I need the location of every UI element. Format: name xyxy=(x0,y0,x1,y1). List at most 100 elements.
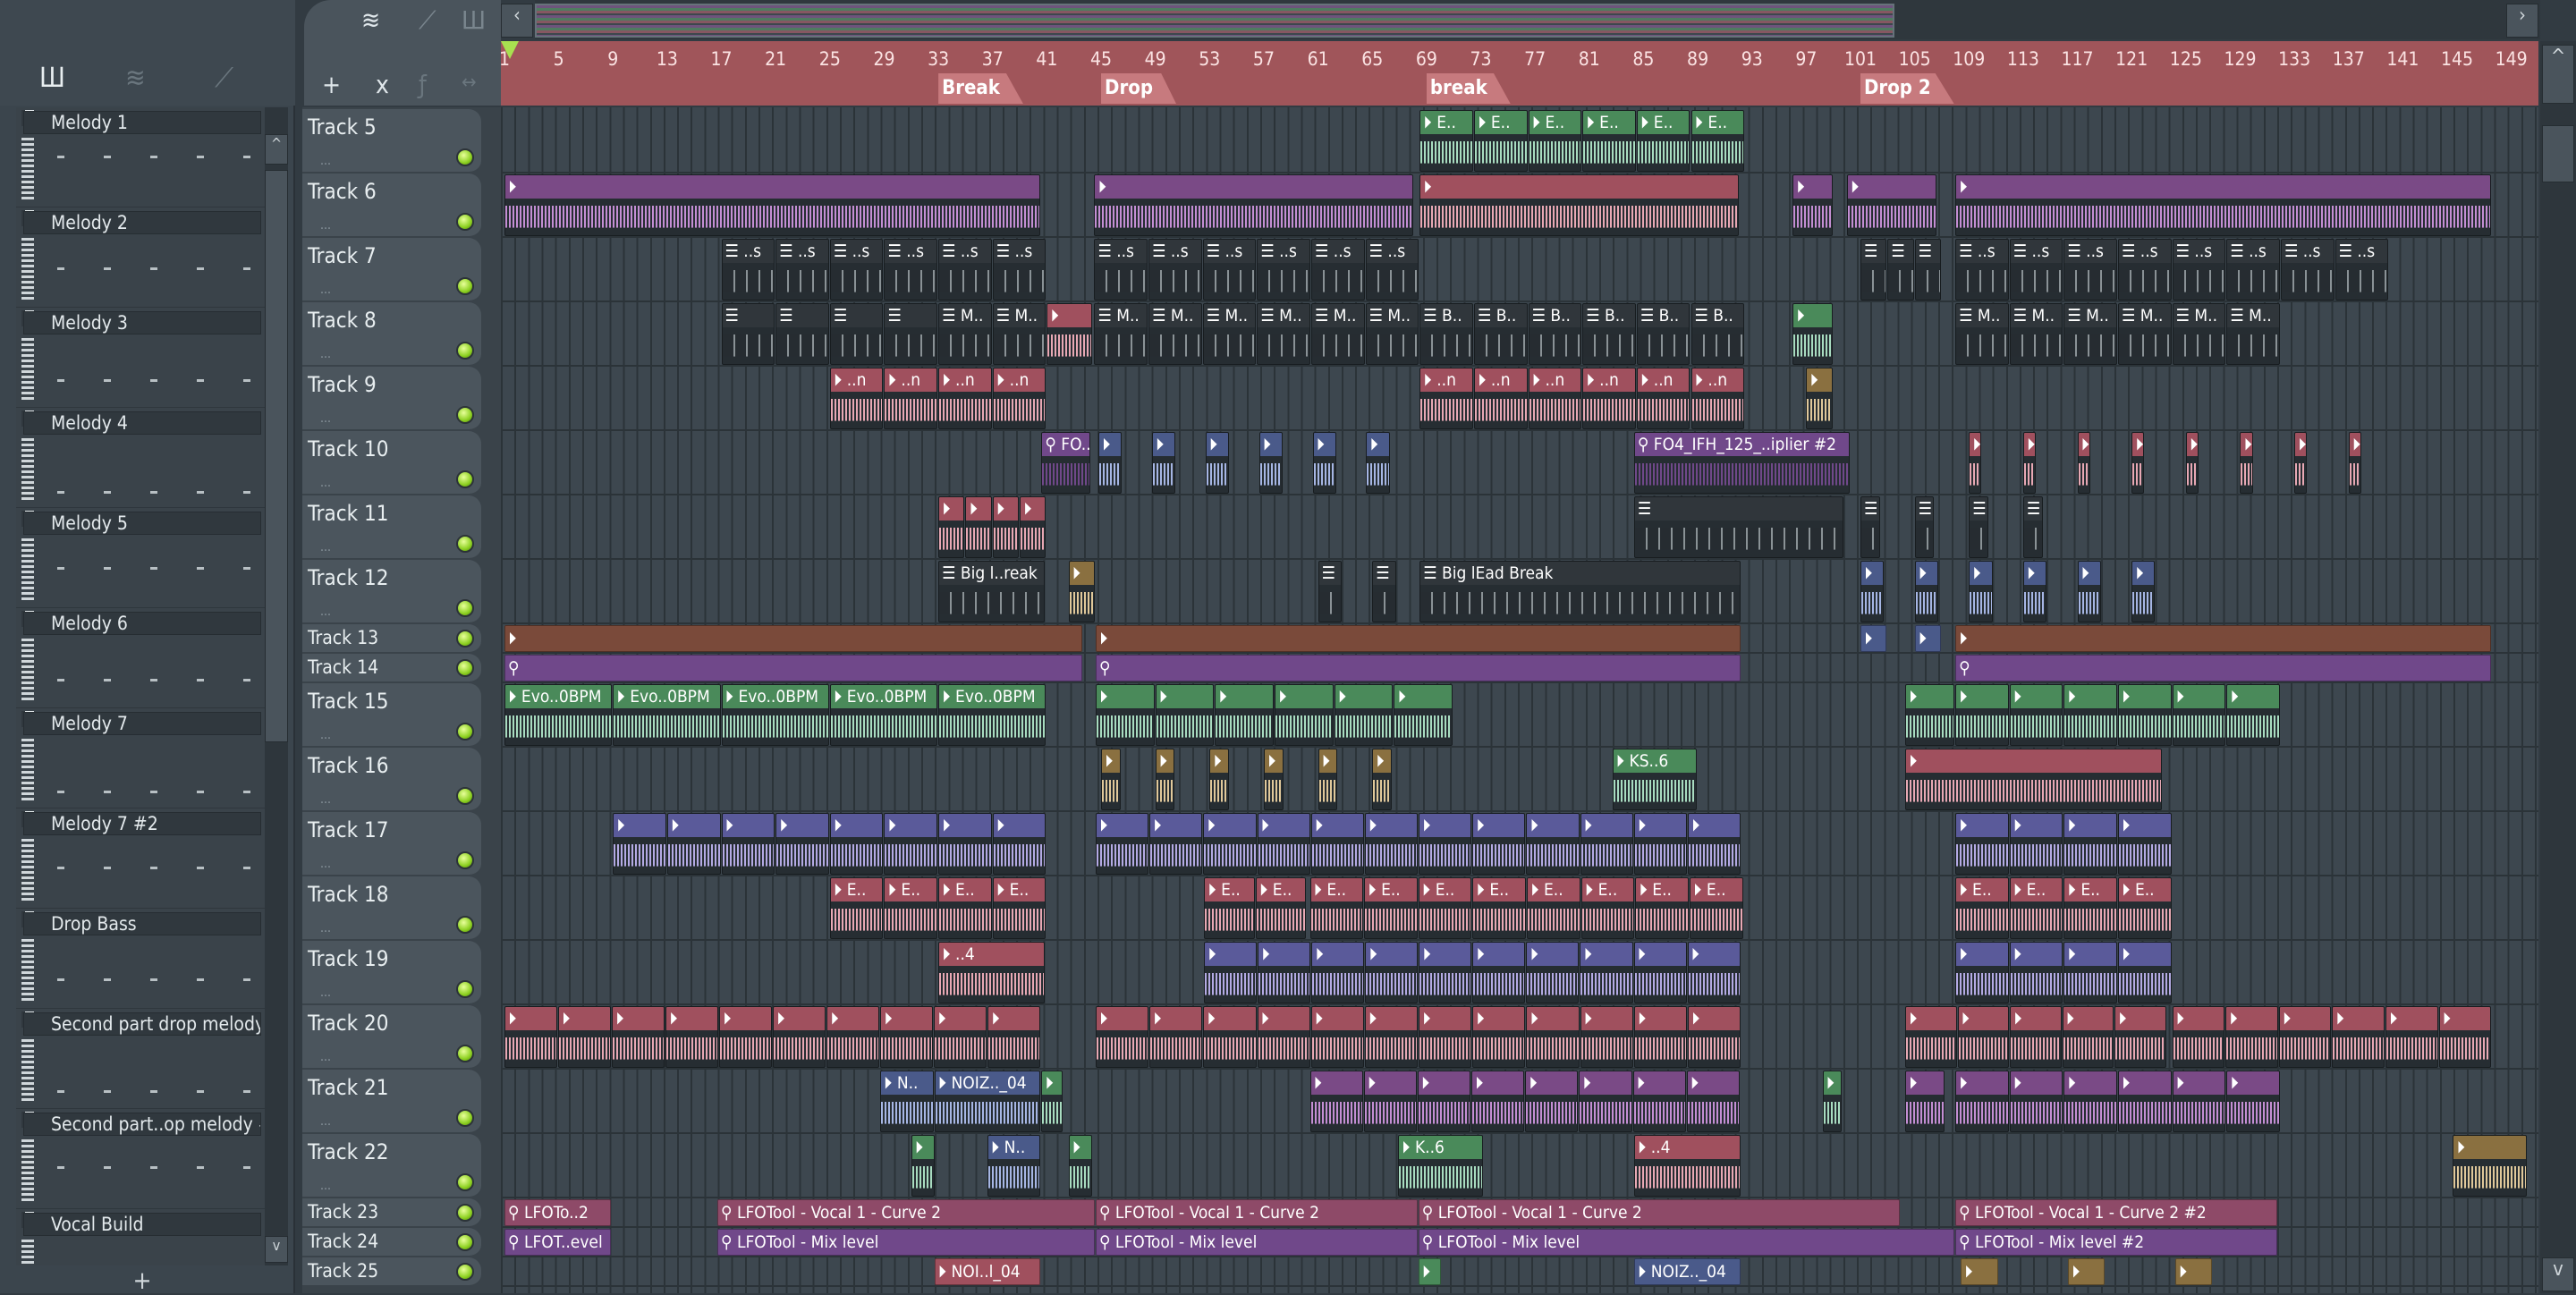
track-mute-led[interactable] xyxy=(456,851,474,869)
clip[interactable]: ☰ xyxy=(1372,561,1396,622)
picker-scrollbar[interactable]: ^ v xyxy=(265,107,288,1265)
clip[interactable]: ☰ M.. xyxy=(1257,303,1310,365)
clip[interactable]: ☰ B.. xyxy=(1690,303,1745,365)
clip[interactable]: ⏵ E.. xyxy=(1419,110,1473,172)
track-header[interactable]: Track 18... xyxy=(302,876,481,941)
clip[interactable]: ☰ B.. xyxy=(1636,303,1690,365)
clip[interactable]: ⏵ xyxy=(1068,561,1095,622)
clip[interactable]: ⏵ xyxy=(2172,1006,2225,1068)
clip[interactable]: ⏵ xyxy=(880,1006,934,1068)
clip[interactable]: ⏵ Evo..0BPM xyxy=(504,684,613,746)
clip[interactable]: ⏵ xyxy=(1419,942,1472,1003)
clip[interactable]: ⏵ E.. xyxy=(1418,877,1472,939)
clip[interactable]: ⏵ xyxy=(1363,1071,1417,1132)
pattern-item[interactable]: Drop Bass xyxy=(16,909,265,1009)
track-options[interactable]: ... xyxy=(320,986,331,1000)
clip[interactable]: ⏵ xyxy=(1419,1006,1472,1068)
track-header[interactable]: Track 16... xyxy=(302,748,481,812)
clip[interactable]: ⏵ xyxy=(992,496,1020,558)
pattern-item[interactable]: Melody 5 xyxy=(16,508,265,608)
clip[interactable]: ⏵ ..n xyxy=(938,368,992,429)
pattern-item[interactable]: Melody 6 xyxy=(16,608,265,708)
clip[interactable]: ⏵ xyxy=(1205,432,1230,494)
clip[interactable]: ⏵ xyxy=(911,1135,936,1197)
clip[interactable]: ⏵ xyxy=(721,813,775,875)
scroll-down-button[interactable]: v xyxy=(2542,1257,2574,1291)
clip[interactable]: ⏵ xyxy=(1688,1006,1741,1068)
clip[interactable]: ⏵ NOI..l_04 xyxy=(934,1258,1041,1285)
clip[interactable]: ⏵ xyxy=(1472,813,1526,875)
clip[interactable]: ⏵ ..n xyxy=(829,368,884,429)
clip[interactable]: ⏵ E.. xyxy=(1527,877,1580,939)
clip[interactable]: ⏵ xyxy=(1257,1006,1310,1068)
clip[interactable]: ⏵ xyxy=(1580,1006,1633,1068)
clip[interactable]: ⏵ ..n xyxy=(1582,368,1636,429)
clip[interactable]: ⏵ E.. xyxy=(1473,110,1528,172)
track-lane[interactable] xyxy=(501,431,2538,495)
clip[interactable]: ⏵ ..n xyxy=(1636,368,1690,429)
track-options[interactable]: ... xyxy=(320,1179,331,1193)
clip[interactable]: ⏵ E.. xyxy=(884,877,938,939)
pattern-item[interactable]: Melody 1 xyxy=(16,107,265,207)
clip[interactable]: ⏵ xyxy=(2438,1006,2492,1068)
add-pattern-button[interactable]: + xyxy=(0,1265,284,1295)
clip[interactable]: ⏵ xyxy=(1860,561,1885,622)
clip[interactable]: ⏵ xyxy=(2174,1258,2213,1285)
track-mute-led[interactable] xyxy=(456,1233,474,1251)
delete-button[interactable]: x xyxy=(376,70,389,99)
clip[interactable]: ⏵ xyxy=(2172,684,2226,746)
clip[interactable]: ⏵ E.. xyxy=(1955,877,2009,939)
track-header[interactable]: Track 6... xyxy=(302,174,481,238)
track-mute-led[interactable] xyxy=(456,630,474,648)
clip[interactable]: ⏵ xyxy=(1969,561,1993,622)
clip[interactable]: ⏵ xyxy=(504,625,1083,652)
clip[interactable]: ⏵ xyxy=(1914,625,1941,652)
clip[interactable]: ⏵ xyxy=(2077,432,2090,494)
clip[interactable]: ☰ xyxy=(1914,496,1935,558)
track-lane[interactable] xyxy=(501,1134,2538,1198)
clip[interactable]: ☰ M.. xyxy=(2226,303,2280,365)
clip[interactable]: ⏵ xyxy=(1020,496,1046,558)
clip[interactable]: ⏵ xyxy=(1209,749,1230,810)
clip[interactable]: ⏵ xyxy=(1905,1071,1945,1132)
clip[interactable]: ☰ M.. xyxy=(1311,303,1365,365)
clip[interactable]: ⏵ ..n xyxy=(884,368,938,429)
track-options[interactable]: ... xyxy=(320,1050,331,1064)
track-options[interactable]: ... xyxy=(320,857,331,871)
track-mute-led[interactable] xyxy=(456,1045,474,1062)
clip[interactable]: ☰ xyxy=(1887,239,1914,300)
clip[interactable]: ☰ ..s xyxy=(2172,239,2226,300)
clip[interactable]: ⏵ E.. xyxy=(1472,877,1527,939)
clip[interactable]: ☰ xyxy=(1969,496,1988,558)
clip[interactable]: ☰ Big lEad Break xyxy=(1419,561,1741,622)
clip[interactable]: ☰ M.. xyxy=(2009,303,2063,365)
track-mute-led[interactable] xyxy=(456,406,474,424)
clip[interactable]: ⏵ xyxy=(1394,684,1453,746)
clip[interactable]: ⏵ xyxy=(992,813,1046,875)
clip[interactable]: ☰ M.. xyxy=(2063,303,2118,365)
track-options[interactable]: ... xyxy=(320,1114,331,1129)
track-mute-led[interactable] xyxy=(456,1263,474,1281)
clip[interactable]: ⏵ xyxy=(1046,303,1092,365)
track-lane[interactable] xyxy=(501,1257,2538,1287)
clip[interactable]: ⏵ xyxy=(2240,432,2253,494)
clip[interactable]: ☰ ..s xyxy=(721,239,775,300)
clip[interactable]: ⏵ xyxy=(2131,432,2145,494)
timeline-marker[interactable]: Break xyxy=(938,73,1023,104)
clip[interactable]: ⏵ xyxy=(1372,749,1392,810)
clip[interactable]: ⏵ xyxy=(1471,1071,1525,1132)
clip[interactable]: ⚲ xyxy=(504,655,1083,681)
clip[interactable]: ⏵ xyxy=(1310,813,1364,875)
clip[interactable]: ⚲ xyxy=(1955,655,2492,681)
vertical-scrollbar[interactable]: ^ v xyxy=(2540,41,2576,1293)
clip[interactable]: ⏵ ..n xyxy=(1419,368,1473,429)
clip[interactable]: ⏵ xyxy=(504,1006,558,1068)
automation-icon[interactable]: ⟋ xyxy=(215,63,233,94)
clip[interactable]: ⏵ xyxy=(1101,749,1121,810)
scroll-right-button[interactable]: › xyxy=(2506,4,2538,38)
clip[interactable]: ⏵ xyxy=(665,1006,719,1068)
clip[interactable]: ⏵ xyxy=(1472,942,1526,1003)
pattern-item[interactable]: Second part..op melody #2 xyxy=(16,1109,265,1209)
clip[interactable]: ⏵ E.. xyxy=(1580,877,1635,939)
clip[interactable]: ⏵ xyxy=(2348,432,2361,494)
